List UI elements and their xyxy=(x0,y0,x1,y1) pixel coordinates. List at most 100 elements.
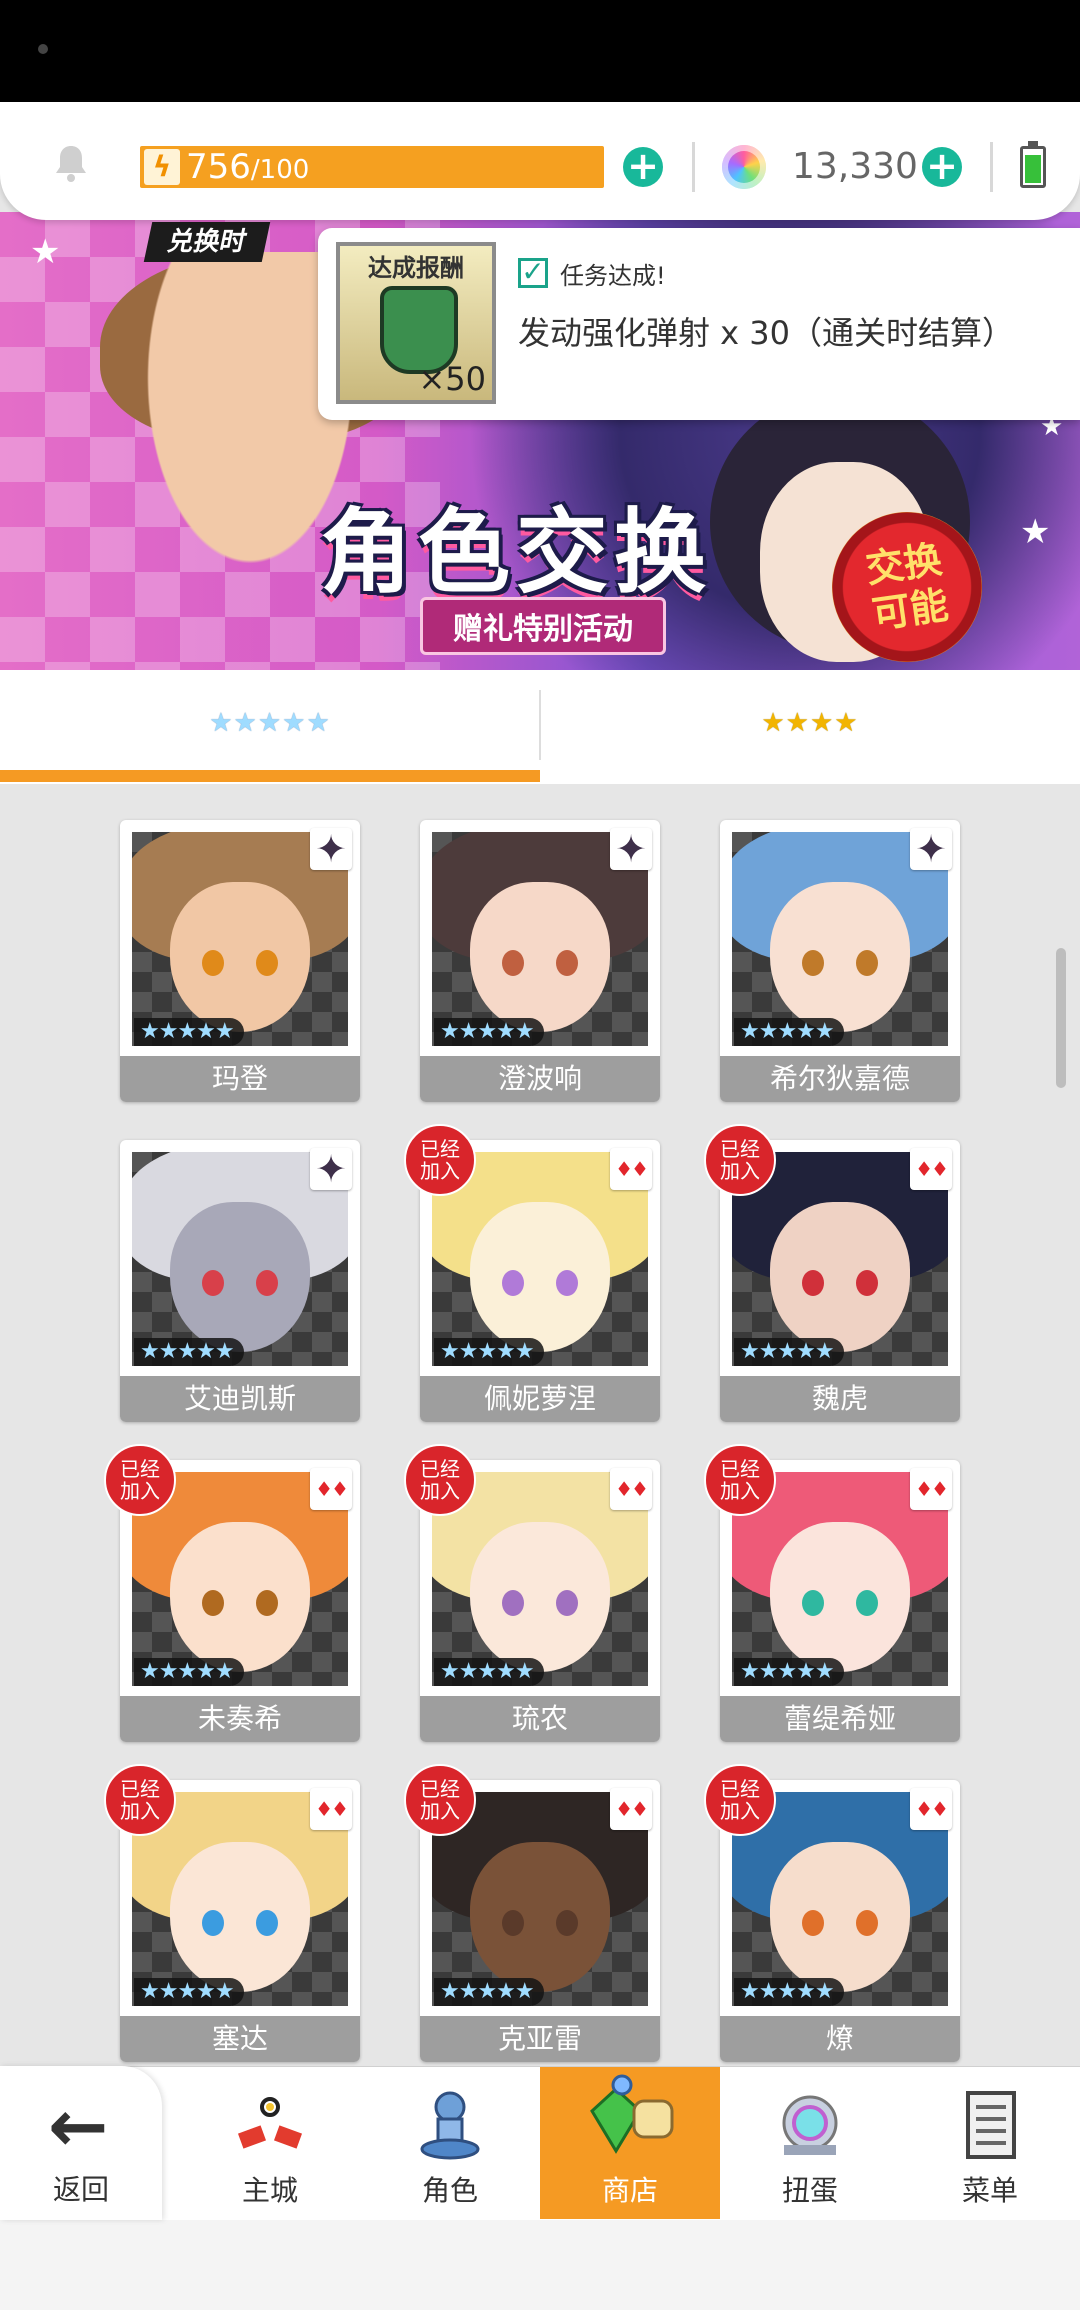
nav-item-shop[interactable]: 商店 xyxy=(540,2067,720,2219)
divider xyxy=(990,142,993,192)
active-tab-indicator xyxy=(0,770,540,782)
back-button[interactable]: ← 返回 xyxy=(0,2066,162,2220)
character-name: 艾迪凯斯 xyxy=(120,1376,360,1422)
back-arrow-icon: ← xyxy=(48,2084,109,2168)
rarity-stars: ★★★★★ xyxy=(734,1978,844,2006)
castle-icon xyxy=(237,2097,303,2149)
gem-icon xyxy=(722,145,766,189)
portrait-eye xyxy=(556,1590,578,1616)
character-card[interactable]: ★★★★★ 克亚雷 已经 加入 xyxy=(404,1764,660,2062)
character-card[interactable]: ★★★★★ 琉农 已经 加入 xyxy=(404,1444,660,1742)
portrait-eye xyxy=(202,1590,224,1616)
character-card[interactable]: ★★★★★ 蕾缇希娅 已经 加入 xyxy=(704,1444,960,1742)
portrait-eye xyxy=(856,1910,878,1936)
portrait-eye xyxy=(202,1270,224,1296)
portrait-eye xyxy=(502,1910,524,1936)
portrait-face xyxy=(470,1202,610,1352)
joined-badge: 已经 加入 xyxy=(104,1764,176,1836)
character-card[interactable]: ★★★★★ 燎 已经 加入 xyxy=(704,1764,960,2062)
dark-element-icon xyxy=(310,828,352,870)
add-gems-button[interactable]: + xyxy=(922,147,962,187)
mission-complete-toast[interactable]: 达成报酬 ×50 ✓ 任务达成! 发动强化弹射 x 30（通关时结算） xyxy=(318,228,1080,420)
portrait-face xyxy=(170,1842,310,1992)
portrait-eye xyxy=(556,1910,578,1936)
rarity-stars: ★★★★★ xyxy=(434,1338,544,1366)
nav-item-gacha[interactable]: 扭蛋 xyxy=(720,2067,900,2219)
dark-element-icon xyxy=(910,828,952,870)
portrait-eye xyxy=(256,1590,278,1616)
checkbox-icon: ✓ xyxy=(518,258,548,288)
character-card[interactable]: ★★★★★ 塞达 已经 加入 xyxy=(104,1764,360,2062)
portrait-eye xyxy=(256,950,278,976)
fire-element-icon xyxy=(310,1788,352,1830)
fire-element-icon xyxy=(910,1148,952,1190)
portrait-eye xyxy=(802,1590,824,1616)
reward-count: ×50 xyxy=(418,360,486,398)
fire-element-icon xyxy=(910,1788,952,1830)
joined-badge: 已经 加入 xyxy=(404,1444,476,1516)
battery-icon xyxy=(1020,141,1046,188)
scrollbar[interactable] xyxy=(1056,948,1066,1088)
character-name: 澄波响 xyxy=(420,1056,660,1102)
portrait-face xyxy=(770,882,910,1032)
menu-icon xyxy=(966,2091,1016,2159)
character-name: 燎 xyxy=(720,2016,960,2062)
joined-badge: 已经 加入 xyxy=(704,1444,776,1516)
portrait-face xyxy=(170,1522,310,1672)
character-card[interactable]: ★★★★★ 希尔狄嘉德 xyxy=(720,820,960,1102)
character-card[interactable]: ★★★★★ 佩妮萝涅 已经 加入 xyxy=(404,1124,660,1422)
portrait-eye xyxy=(856,1270,878,1296)
portrait-eye xyxy=(856,950,878,976)
portrait-face xyxy=(770,1522,910,1672)
star-decoration-icon: ★ xyxy=(1020,512,1051,552)
portrait-eye xyxy=(556,950,578,976)
banner-title: 角色交换 xyxy=(320,499,713,606)
rarity-stars: ★★★★★ xyxy=(734,1658,844,1686)
star-decoration-icon: ★ xyxy=(30,232,61,272)
joined-badge: 已经 加入 xyxy=(704,1764,776,1836)
character-card[interactable]: ★★★★★ 澄波响 xyxy=(420,820,660,1102)
rarity-tabs: ★★★★★ ★★★★ xyxy=(0,670,1080,784)
fire-element-icon xyxy=(310,1468,352,1510)
character-grid: ★★★★★ 玛登 ★★★★★ 澄波响 ★★★★★ 希尔狄嘉德 ★★★★★ 艾迪凯斯 ★★★★★ 佩… xyxy=(0,790,1080,2070)
back-label: 返回 xyxy=(52,2173,109,2206)
rarity-stars: ★★★★★ xyxy=(134,1018,244,1046)
portrait-eye xyxy=(502,1270,524,1296)
toast-message: 发动强化弹射 x 30（通关时结算） xyxy=(518,314,1015,352)
gem-count: 13,330 xyxy=(792,146,918,187)
system-status-bar xyxy=(0,0,1080,102)
character-icon xyxy=(420,2091,480,2160)
portrait-face xyxy=(470,1842,610,1992)
nav-item-menu[interactable]: 菜单 xyxy=(900,2067,1080,2219)
tab-5-star[interactable]: ★★★★★ xyxy=(0,670,540,776)
fire-element-icon xyxy=(610,1468,652,1510)
character-card[interactable]: ★★★★★ 未奏希 已经 加入 xyxy=(104,1444,360,1742)
portrait-eye xyxy=(502,950,524,976)
rarity-stars: ★★★★★ xyxy=(434,1018,544,1046)
joined-badge: 已经 加入 xyxy=(704,1124,776,1196)
character-name: 未奏希 xyxy=(120,1696,360,1742)
reward-label: 达成报酬 xyxy=(368,254,464,282)
add-stamina-button[interactable]: + xyxy=(623,147,663,187)
rarity-stars: ★★★★★ xyxy=(734,1338,844,1366)
rarity-stars: ★★★★★ xyxy=(434,1658,544,1686)
nav-item-home[interactable]: 主城 xyxy=(180,2067,360,2219)
dark-element-icon xyxy=(610,828,652,870)
joined-badge: 已经 加入 xyxy=(404,1124,476,1196)
character-card[interactable]: ★★★★★ 艾迪凯斯 xyxy=(120,1140,360,1422)
rarity-stars: ★★★★★ xyxy=(134,1338,244,1366)
tab-4-star[interactable]: ★★★★ xyxy=(540,670,1080,776)
shop-icon xyxy=(590,2074,674,2154)
character-card[interactable]: ★★★★★ 魏虎 已经 加入 xyxy=(704,1124,960,1422)
fire-element-icon xyxy=(610,1148,652,1190)
character-card[interactable]: ★★★★★ 玛登 xyxy=(120,820,360,1102)
nav-item-character[interactable]: 角色 xyxy=(360,2067,540,2219)
character-name: 琉农 xyxy=(420,1696,660,1742)
portrait-eye xyxy=(202,1910,224,1936)
portrait-eye xyxy=(802,1910,824,1936)
bell-icon[interactable] xyxy=(50,142,92,184)
character-name: 魏虎 xyxy=(720,1376,960,1422)
divider xyxy=(692,142,695,192)
reward-thumbnail: 达成报酬 ×50 xyxy=(336,242,496,404)
portrait-face xyxy=(470,1522,610,1672)
